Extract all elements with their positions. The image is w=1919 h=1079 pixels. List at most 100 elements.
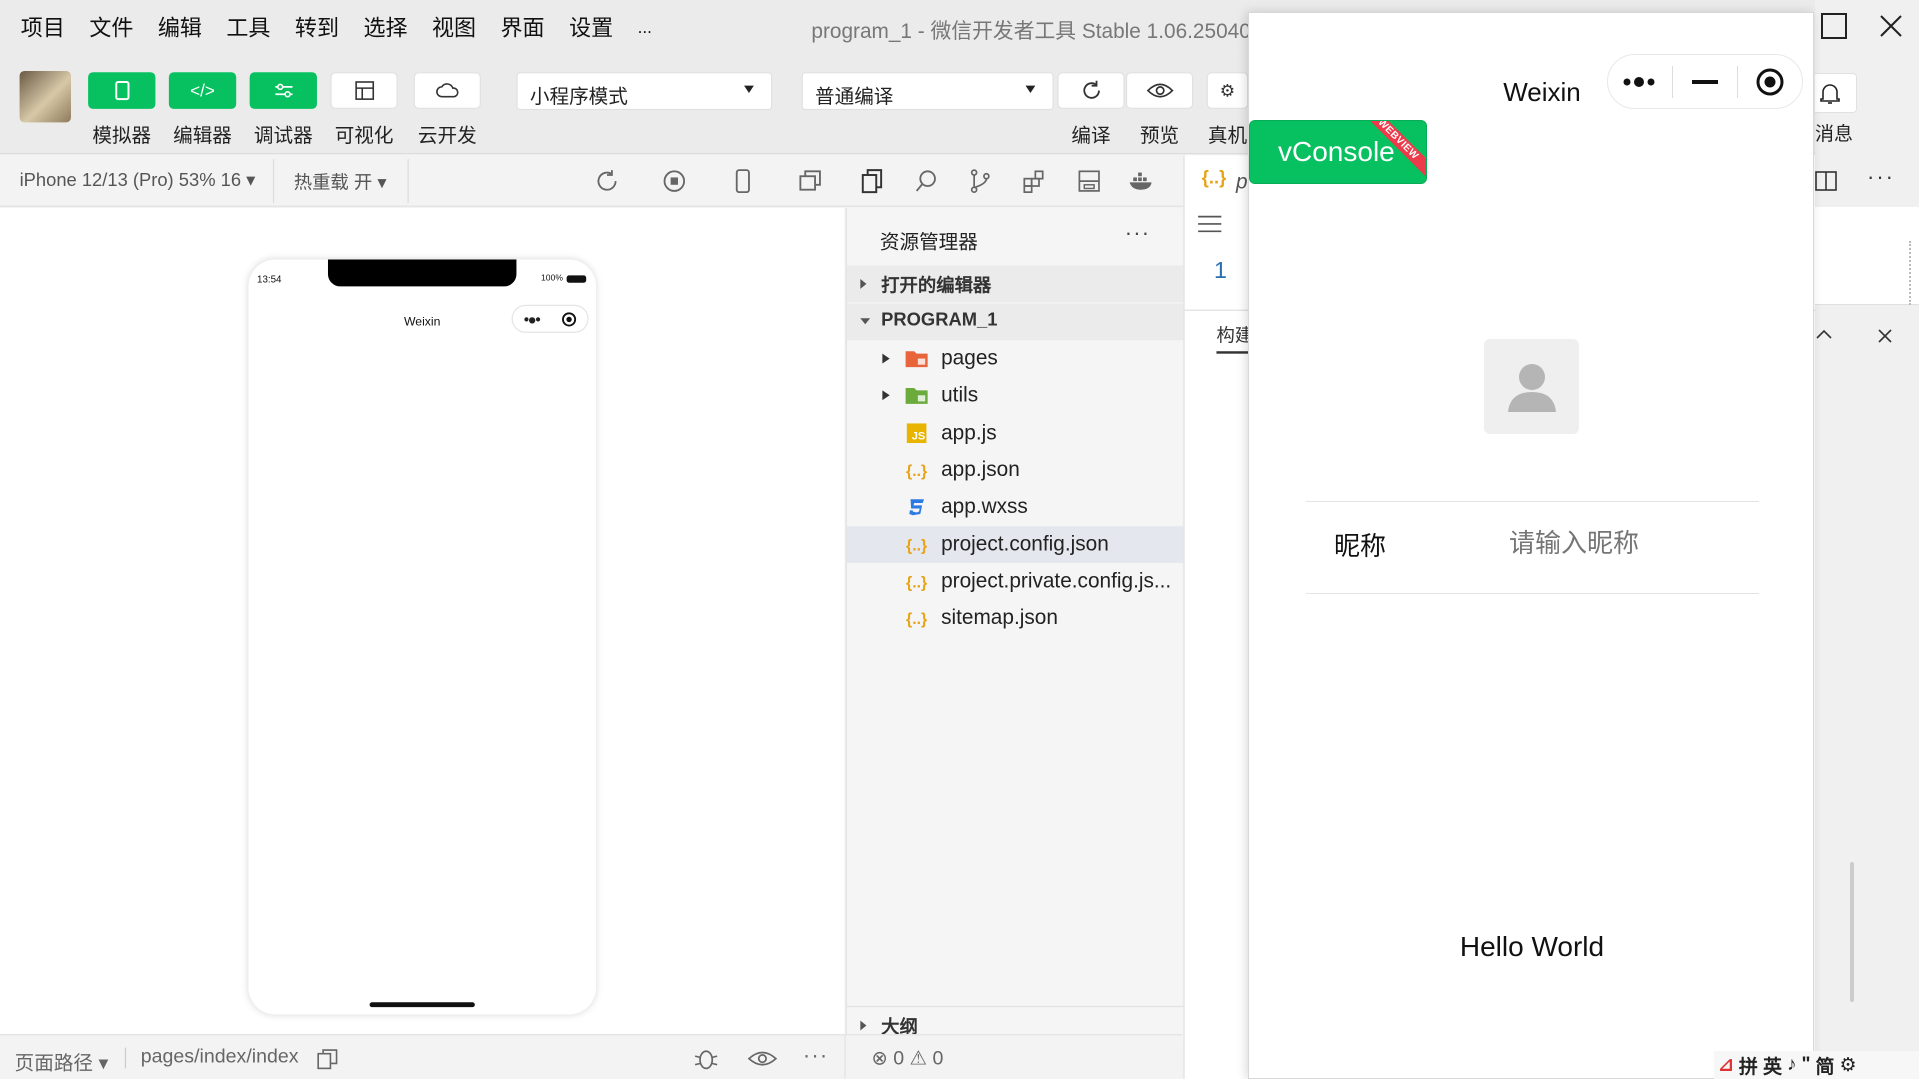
phone-icon[interactable]	[729, 168, 756, 195]
tree-file-app-wxss[interactable]: app.wxss	[847, 488, 1184, 525]
detach-icon[interactable]	[797, 168, 824, 195]
menu-file[interactable]: 文件	[86, 11, 137, 43]
sliders-icon	[249, 72, 317, 109]
tree-folder-pages[interactable]: pages	[847, 340, 1184, 377]
tree-file-app-js[interactable]: JS app.js	[847, 415, 1184, 452]
file-name: project.private.config.js...	[941, 569, 1172, 593]
ime-logo-icon[interactable]: ⊿	[1718, 1054, 1734, 1077]
editor-tab-label[interactable]: p	[1236, 170, 1248, 194]
ime-item[interactable]: ♪	[1787, 1054, 1797, 1076]
device-select[interactable]: iPhone 12/13 (Pro) 53% 16 ▾	[20, 169, 256, 191]
folder-icon	[904, 384, 928, 406]
page-path-select[interactable]: 页面路径 ▾	[15, 1046, 109, 1075]
file-name: utils	[941, 383, 979, 407]
nickname-input[interactable]	[1509, 521, 1749, 565]
visual-label: 可视化	[334, 126, 394, 147]
more-icon[interactable]: ···	[1867, 164, 1895, 190]
simulator-button[interactable]: 模拟器	[88, 72, 156, 148]
tree-file-project-private-config[interactable]: {..} project.private.config.js...	[847, 563, 1184, 600]
chevron-up-icon[interactable]	[1815, 326, 1833, 344]
tree-folder-utils[interactable]: utils	[847, 377, 1184, 414]
menu-more[interactable]: ...	[634, 17, 656, 37]
more-icon[interactable]	[1608, 54, 1672, 109]
simulator-phone: 13:54 100% Weixin •●•	[248, 259, 596, 1015]
menu-tools[interactable]: 工具	[223, 11, 274, 43]
stop-icon[interactable]	[661, 168, 688, 195]
ime-item[interactable]: "	[1801, 1054, 1810, 1076]
code-icon: </>	[168, 72, 237, 109]
ime-item[interactable]: 拼	[1739, 1052, 1758, 1079]
chevron-right-icon	[860, 1020, 867, 1031]
problems-indicator[interactable]: ⊗ 0 ⚠ 0	[871, 1046, 943, 1070]
eye-icon[interactable]	[747, 1050, 778, 1067]
target-icon[interactable]	[1738, 54, 1802, 109]
json-file-icon: {..}	[906, 535, 928, 554]
visual-button[interactable]: 可视化	[330, 72, 398, 148]
menu-settings[interactable]: 设置	[565, 11, 616, 43]
menu-project[interactable]: 项目	[17, 11, 68, 43]
hot-reload-toggle[interactable]: 热重载 开 ▾	[294, 169, 387, 195]
extensions-icon[interactable]	[1021, 168, 1048, 195]
source-control-icon[interactable]	[967, 168, 994, 195]
divider	[1306, 593, 1759, 594]
tree-file-project-config[interactable]: {..} project.config.json	[846, 526, 1184, 563]
editor-button[interactable]: </> 编辑器	[168, 72, 237, 148]
rotate-icon[interactable]	[594, 168, 621, 195]
window-title: program_1 - 微信开发者工具 Stable 1.06.25040	[811, 19, 1251, 43]
panel-scrollbar[interactable]	[1850, 862, 1854, 1002]
warning-count: 0	[932, 1048, 944, 1070]
search-icon[interactable]	[913, 168, 940, 195]
compile-button[interactable]: 编译	[1057, 72, 1125, 148]
ime-item[interactable]: 英	[1763, 1052, 1782, 1079]
json-file-icon: {..}	[906, 460, 928, 480]
storage-icon[interactable]	[1076, 168, 1103, 195]
ime-settings-icon[interactable]: ⚙	[1839, 1054, 1856, 1077]
open-editors-section[interactable]: 打开的编辑器	[846, 265, 1184, 303]
line-number: 1	[1214, 258, 1227, 284]
tree-file-sitemap[interactable]: {..} sitemap.json	[847, 600, 1184, 637]
chevron-down-icon	[1025, 85, 1036, 94]
list-icon[interactable]	[1197, 214, 1224, 234]
user-avatar[interactable]	[19, 70, 71, 123]
vconsole-button[interactable]: vConsole WEBVIEW	[1249, 120, 1427, 184]
preview-button[interactable]: 预览	[1125, 72, 1194, 148]
hello-text: Hello World	[1459, 931, 1605, 962]
device-select-value: iPhone 12/13 (Pro) 53% 16	[19, 170, 242, 191]
mode-select[interactable]: 小程序模式	[516, 72, 773, 111]
ime-item[interactable]: 简	[1815, 1052, 1834, 1079]
more-icon[interactable]: •●•	[524, 310, 541, 327]
bug-icon: ⚙	[1206, 72, 1249, 109]
avatar-button[interactable]	[1484, 339, 1579, 434]
messages-label: 消息	[1815, 124, 1854, 145]
split-editor-icon[interactable]	[1815, 170, 1837, 192]
copy-icon[interactable]	[317, 1049, 338, 1070]
more-icon[interactable]: ···	[1125, 220, 1151, 246]
bug-icon[interactable]	[693, 1046, 720, 1070]
files-icon[interactable]	[859, 168, 886, 195]
explorer-title: 资源管理器	[879, 232, 978, 254]
editor-label: 编辑器	[173, 126, 232, 147]
more-icon[interactable]: ···	[803, 1043, 829, 1069]
compile-select[interactable]: 普通编译	[801, 72, 1054, 111]
menu-goto[interactable]: 转到	[291, 11, 342, 43]
close-panel-icon[interactable]	[1877, 328, 1893, 344]
debugger-button[interactable]: 调试器	[249, 72, 317, 148]
menu-interface[interactable]: 界面	[497, 11, 548, 43]
home-indicator	[369, 1002, 475, 1008]
close-icon[interactable]	[1879, 14, 1903, 38]
cloud-button[interactable]: 云开发	[413, 72, 481, 148]
tree-file-app-json[interactable]: {..} app.json	[847, 452, 1184, 489]
project-section[interactable]: PROGRAM_1	[846, 303, 1184, 341]
notification-button[interactable]	[1815, 73, 1857, 113]
minimap-scroll[interactable]	[1909, 241, 1915, 305]
chevron-right-icon	[882, 390, 890, 401]
maximize-icon[interactable]	[1820, 12, 1848, 40]
docker-icon[interactable]	[1128, 168, 1155, 195]
menu-view[interactable]: 视图	[428, 11, 479, 43]
menu-edit[interactable]: 编辑	[154, 11, 205, 43]
menu-select[interactable]: 选择	[360, 11, 411, 43]
target-icon[interactable]	[561, 311, 577, 326]
minimize-icon[interactable]	[1673, 54, 1737, 109]
compile-select-value: 普通编译	[815, 86, 894, 108]
real-device-button[interactable]: ⚙ 真机	[1206, 72, 1249, 148]
